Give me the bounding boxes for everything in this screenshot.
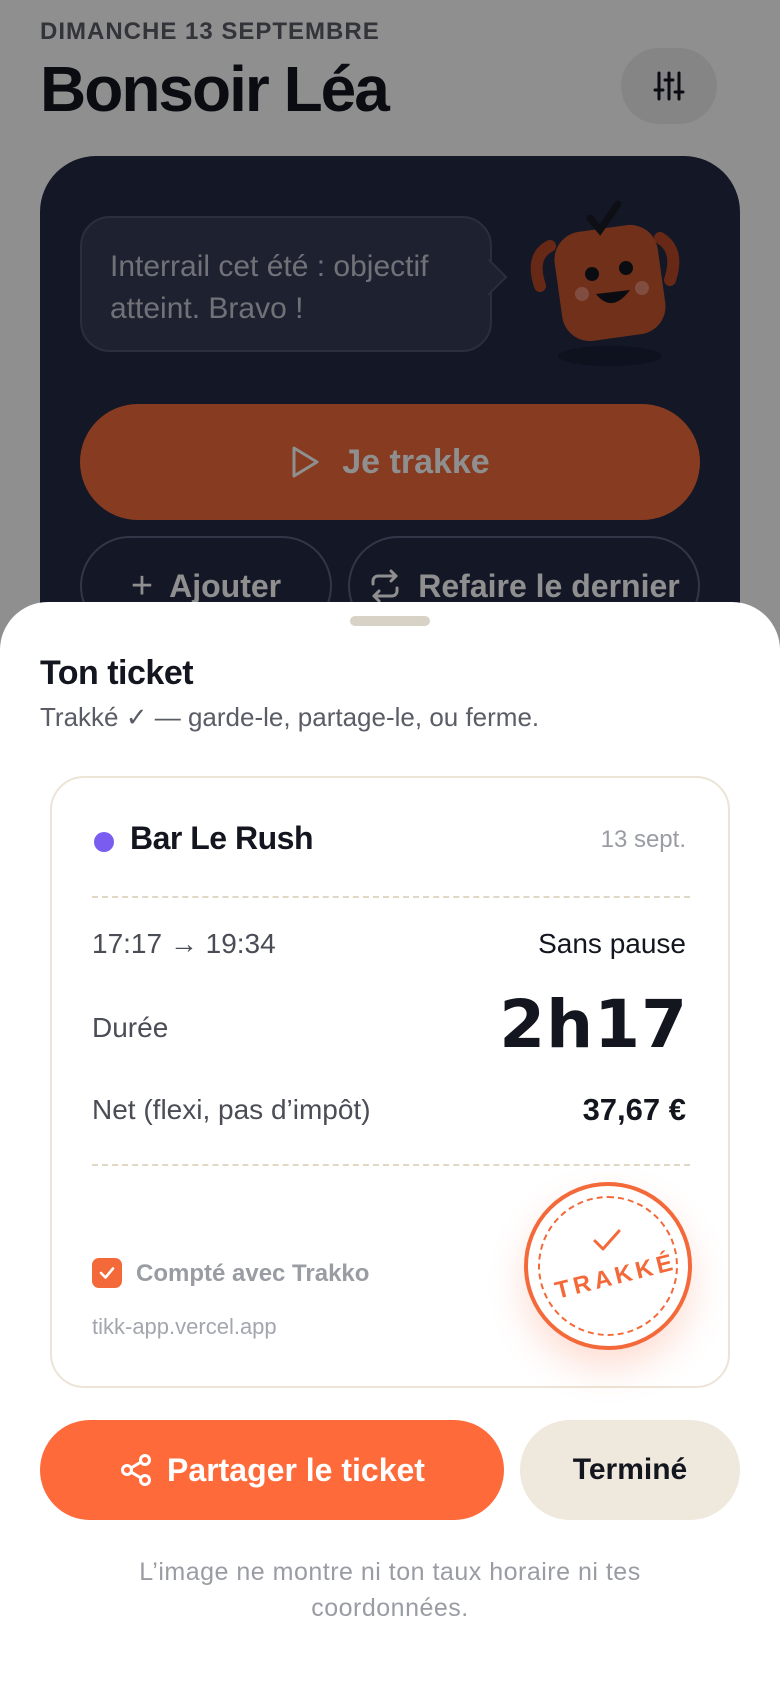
- pause-info: Sans pause: [538, 928, 686, 959]
- done-button[interactable]: Terminé: [520, 1420, 740, 1520]
- net-label: Net (flexi, pas d’impôt): [92, 1094, 371, 1125]
- share-icon: [121, 1454, 152, 1486]
- counted-checkbox[interactable]: [92, 1258, 122, 1288]
- ticket-sheet: Ton ticket Trakké ✓ — garde-le, partage-…: [0, 602, 780, 1688]
- app-url: tikk-app.vercel.app: [92, 1314, 277, 1339]
- check-icon: [99, 1267, 115, 1279]
- stamp-check-icon: [593, 1229, 621, 1251]
- share-ticket-button[interactable]: Partager le ticket: [40, 1420, 504, 1520]
- ticket-card: Bar Le Rush 13 sept. 17:17 → 19:34 Sans …: [50, 776, 730, 1388]
- divider: [92, 1164, 690, 1166]
- duration-label: Durée: [92, 1012, 169, 1043]
- venue-color-dot: [94, 832, 114, 852]
- divider: [92, 896, 690, 898]
- venue-name: Bar Le Rush: [130, 820, 313, 856]
- time-range: 17:17 → 19:34: [92, 928, 276, 959]
- trakke-stamp: TRAKKÉ: [524, 1182, 692, 1350]
- ticket-date: 13 sept.: [600, 826, 686, 853]
- duration-value: 2h17: [499, 986, 688, 1063]
- sheet-drag-handle[interactable]: [350, 616, 430, 626]
- share-button-label: Partager le ticket: [167, 1451, 425, 1488]
- sheet-title: Ton ticket: [40, 654, 194, 692]
- net-value: 37,67 €: [582, 1092, 686, 1127]
- privacy-footnote: L’image ne montre ni ton taux horaire ni…: [139, 1558, 641, 1622]
- counted-label: Compté avec Trakko: [136, 1260, 370, 1287]
- sheet-subtitle: Trakké ✓ — garde-le, partage-le, ou ferm…: [40, 702, 540, 732]
